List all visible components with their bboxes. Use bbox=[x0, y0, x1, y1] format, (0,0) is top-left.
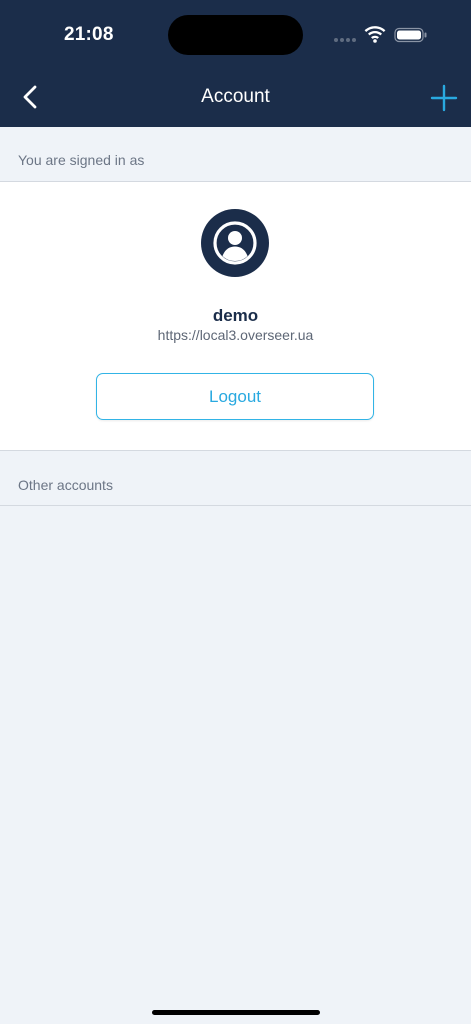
dynamic-island bbox=[168, 15, 303, 55]
page-title: Account bbox=[201, 86, 270, 107]
status-time: 21:08 bbox=[64, 24, 114, 45]
account-username: demo bbox=[212, 306, 259, 325]
wifi-icon bbox=[364, 26, 386, 43]
signed-in-section-label: You are signed in as bbox=[18, 152, 145, 168]
logout-button[interactable]: Logout bbox=[96, 373, 374, 420]
section-divider bbox=[0, 505, 471, 506]
account-server-url: https://local3.overseer.ua bbox=[157, 327, 314, 343]
battery-icon bbox=[394, 27, 427, 43]
user-avatar-icon bbox=[201, 209, 269, 277]
other-accounts-section-label: Other accounts bbox=[18, 477, 113, 493]
home-indicator[interactable] bbox=[152, 1010, 320, 1015]
add-account-plus-icon[interactable] bbox=[430, 84, 458, 112]
current-account-card: demo https://local3.overseer.ua Logout bbox=[0, 181, 471, 451]
cellular-signal-icon bbox=[334, 38, 358, 43]
top-bar: 21:08 Account bbox=[0, 0, 471, 127]
